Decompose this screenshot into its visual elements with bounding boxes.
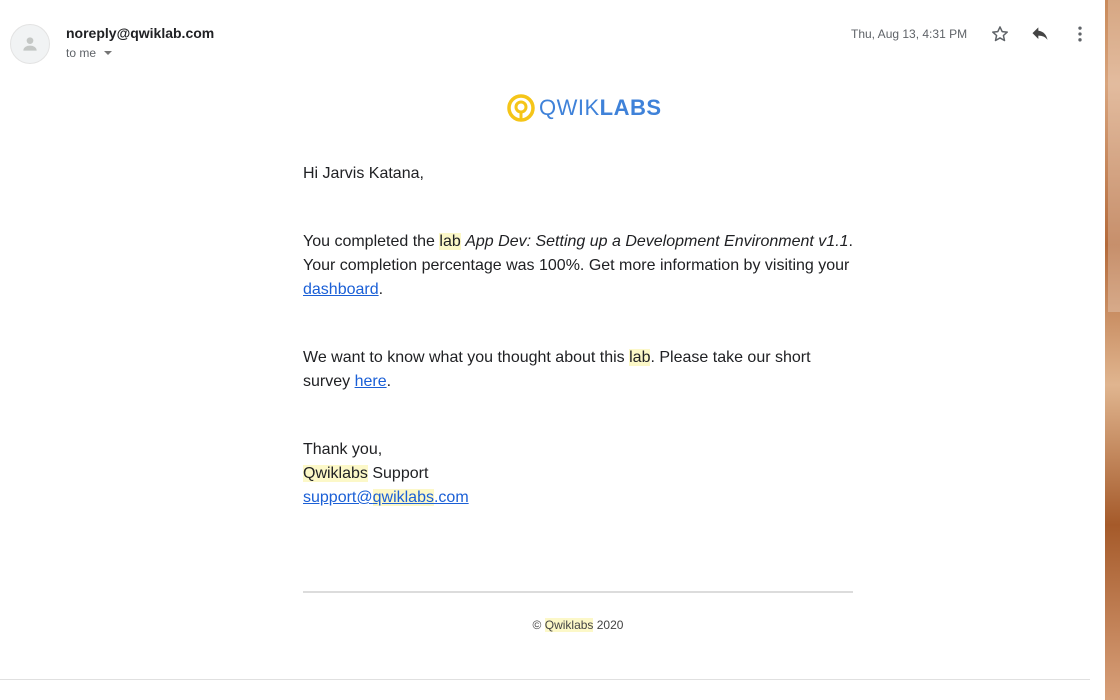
more-vert-icon [1078,26,1082,42]
lab-title: App Dev: Setting up a Development Enviro… [465,233,849,250]
person-avatar-icon [23,37,37,51]
message-timestamp: Thu, Aug 13, 4:31 PM [851,27,968,41]
dashboard-link[interactable]: dashboard [303,281,379,298]
footer-divider [303,591,853,593]
panel-edge [1090,0,1105,700]
search-highlight: Qwiklabs [544,618,594,632]
search-highlight: lab [439,233,461,250]
signature-name: Qwiklabs Support [303,465,429,482]
p1-text: You completed the [303,233,440,250]
sender-avatar[interactable] [10,24,50,64]
chevron-down-icon [104,51,113,55]
qwiklabs-logo: QWIKLABS [507,94,662,122]
reply-button[interactable] [1028,22,1052,46]
sender-address: noreply@qwiklab.com [66,25,215,41]
signoff: Thank you, [303,441,383,458]
star-icon [992,26,1008,42]
signature: Thank you, Qwiklabs Support support@qwik… [303,438,863,510]
qwiklabs-logo-icon [507,94,535,122]
copyright-notice: © Qwiklabs 2020 [532,618,624,632]
recipient-label: to me [66,46,97,60]
recipient-details-toggle[interactable]: to me [66,46,113,60]
star-button[interactable] [988,22,1012,46]
search-highlight: qwiklabs [372,489,434,506]
p2-text: We want to know what you thought about t… [303,349,630,366]
support-email-link[interactable]: support@qwiklabs.com [303,489,469,506]
search-highlight: lab [629,349,651,366]
survey-link[interactable]: here [355,373,387,390]
scrollbar[interactable] [1108,0,1120,312]
survey-paragraph: We want to know what you thought about t… [303,349,811,390]
more-options-button[interactable] [1068,22,1092,46]
message-bottom-divider [0,679,1090,680]
completion-paragraph: You completed the lab App Dev: Setting u… [303,233,853,298]
logo-text-bold: LABS [599,95,662,120]
reply-icon [1032,27,1048,40]
logo-text-light: QWIK [539,95,600,120]
search-highlight: Qwiklabs [303,465,368,482]
greeting: Hi Jarvis Katana, [303,165,424,182]
